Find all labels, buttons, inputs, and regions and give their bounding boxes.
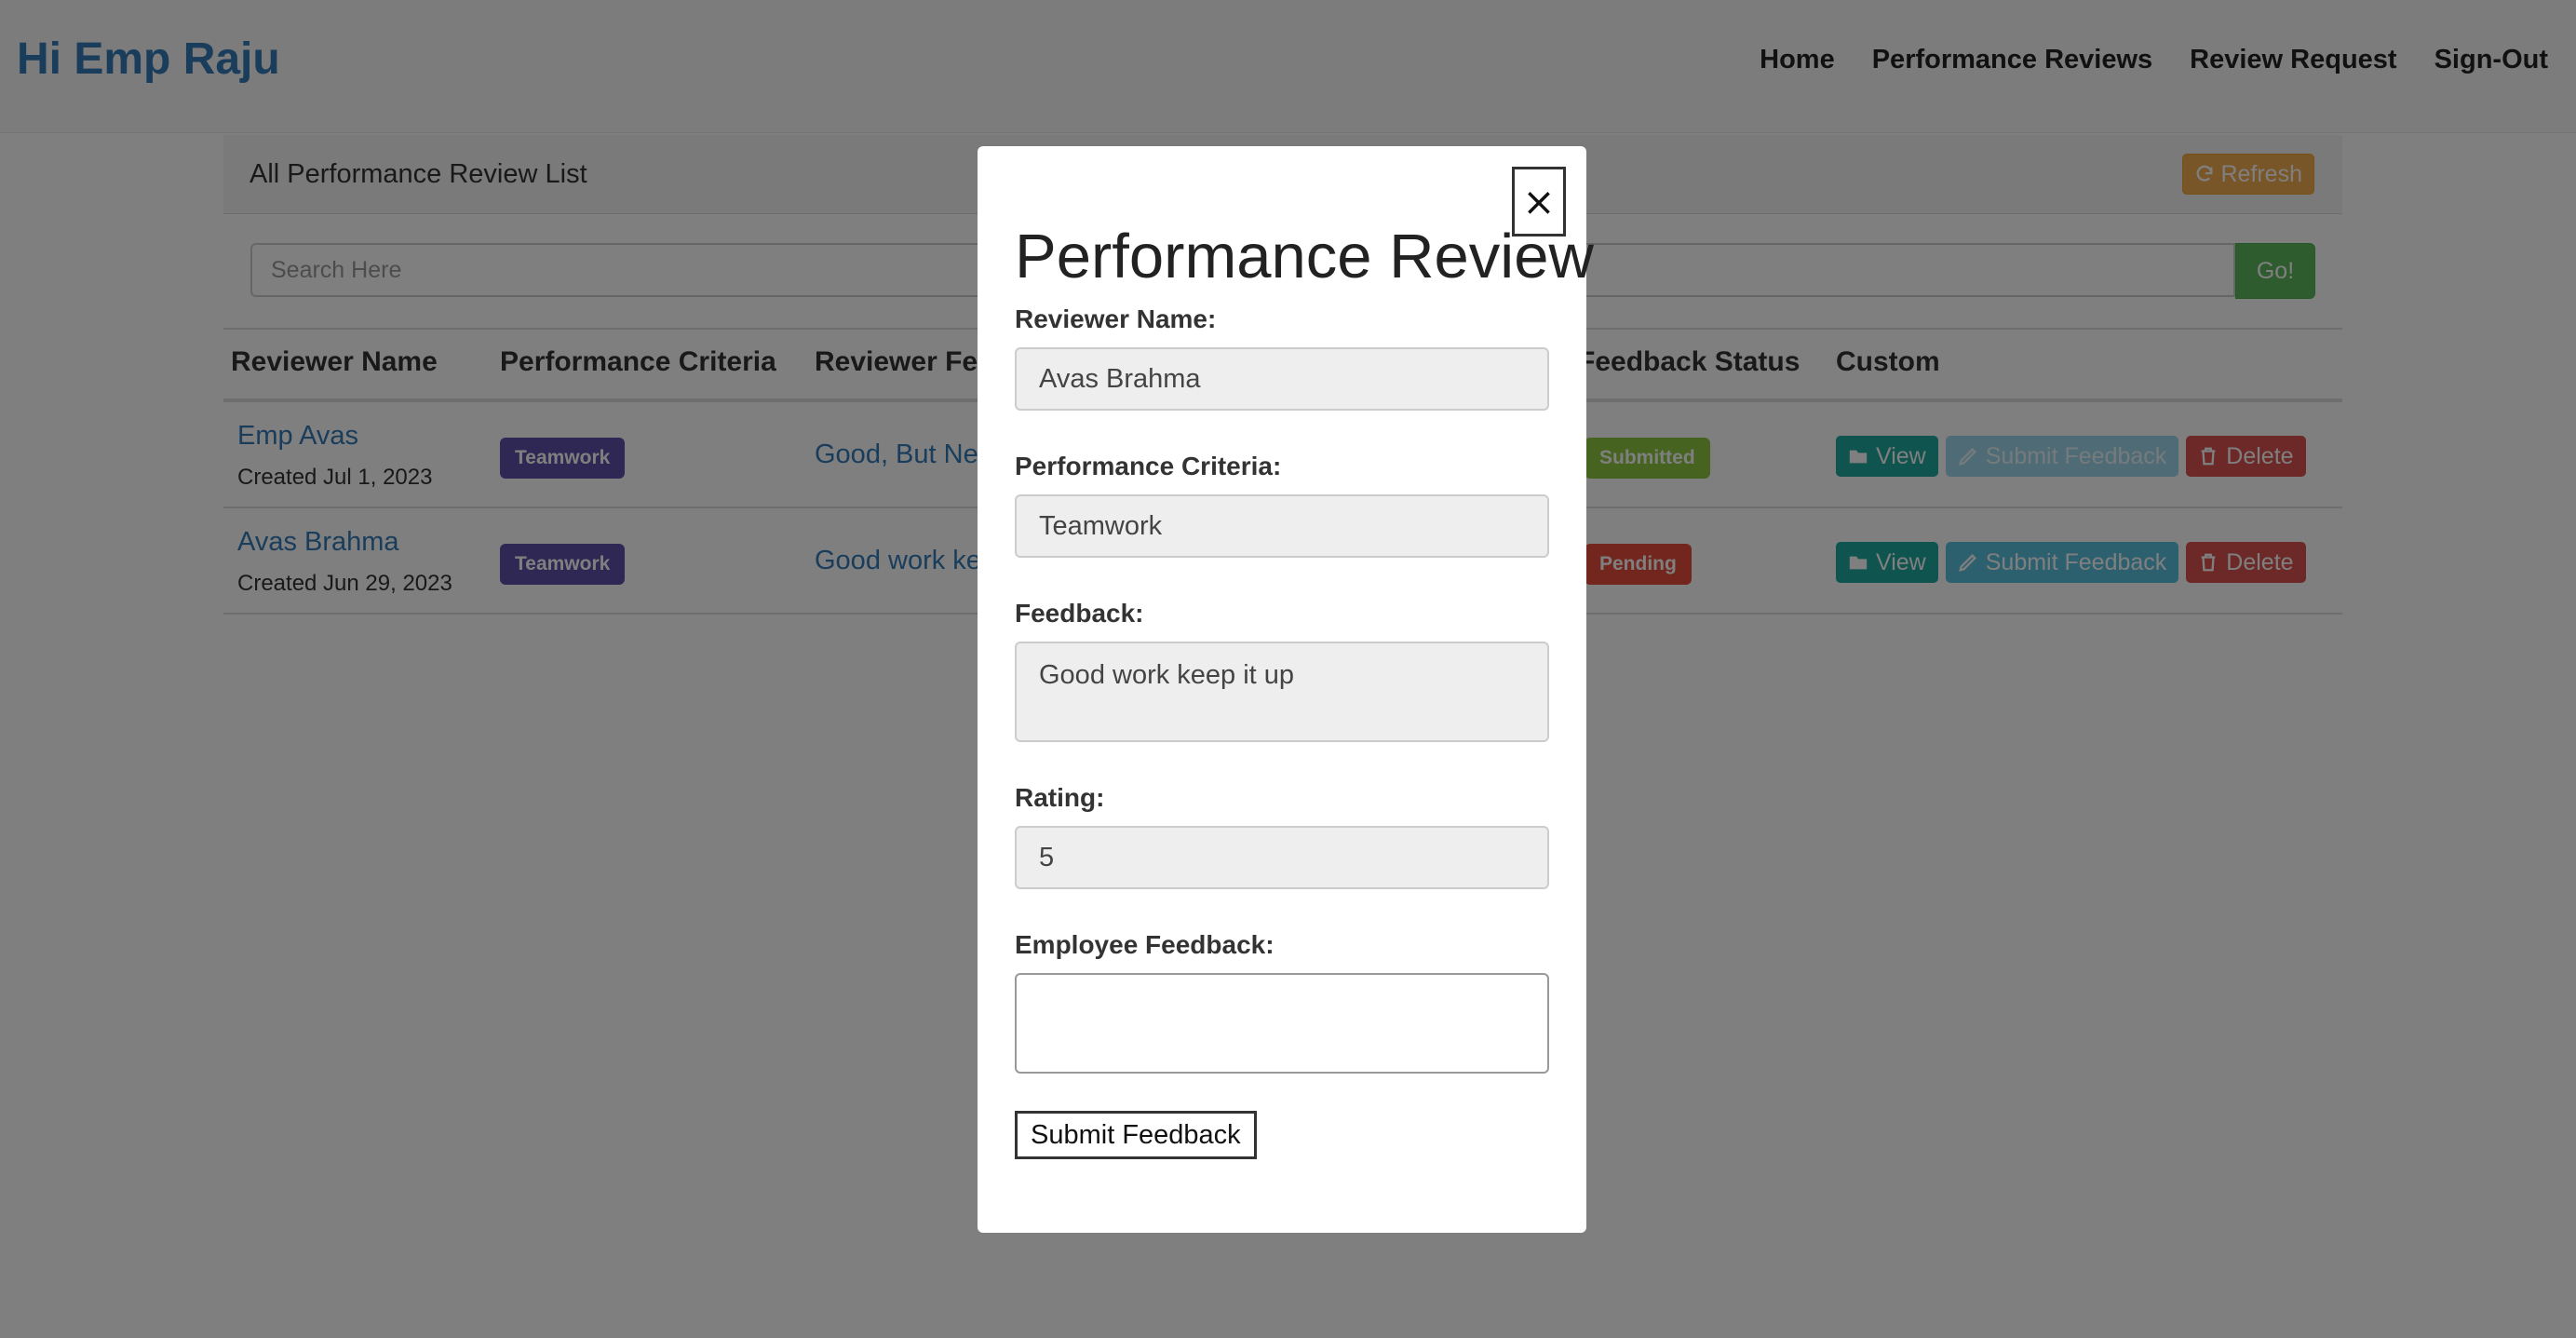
- submit-feedback-modal-button[interactable]: Submit Feedback: [1015, 1111, 1257, 1159]
- employee-feedback-label: Employee Feedback:: [1015, 930, 1275, 959]
- feedback-label: Feedback:: [1015, 599, 1144, 628]
- performance-review-modal: × Performance Review Reviewer Name: Avas…: [978, 146, 1594, 1233]
- modal-title: Performance Review: [1015, 222, 1594, 291]
- feedback-textarea[interactable]: Good work keep it up: [1015, 642, 1549, 742]
- performance-criteria-label: Performance Criteria:: [1015, 452, 1282, 480]
- reviewer-name-label: Reviewer Name:: [1015, 304, 1217, 333]
- rating-label: Rating:: [1015, 783, 1105, 812]
- performance-criteria-field[interactable]: Teamwork: [1015, 494, 1549, 558]
- rating-field[interactable]: 5: [1015, 826, 1549, 889]
- employee-feedback-textarea[interactable]: [1015, 973, 1549, 1074]
- reviewer-name-field[interactable]: Avas Brahma: [1015, 347, 1549, 411]
